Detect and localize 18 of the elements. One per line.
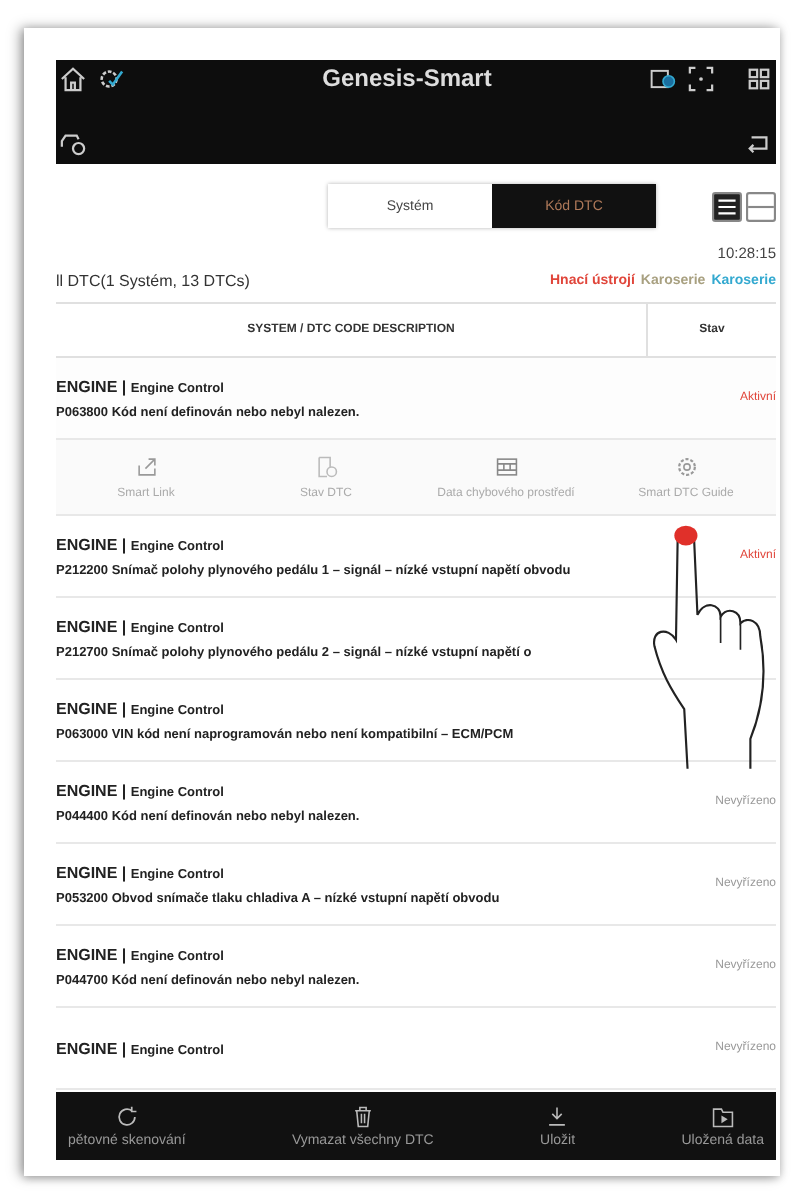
gear-icon — [675, 455, 697, 477]
dtc-summary: ll DTC(1 Systém, 13 DTCs) — [56, 271, 250, 289]
focus-icon[interactable] — [688, 65, 714, 91]
gear-check-icon[interactable] — [98, 65, 124, 91]
folder-play-icon — [711, 1105, 734, 1127]
film-icon — [495, 455, 517, 477]
home-icon[interactable] — [60, 65, 86, 91]
refresh-icon — [115, 1105, 138, 1127]
document-icon — [315, 455, 337, 477]
share-icon — [135, 455, 157, 477]
car-gear-icon[interactable] — [60, 130, 86, 156]
app-title: Genesis-Smart — [320, 64, 494, 92]
grid-icon[interactable] — [746, 65, 772, 91]
trash-icon — [351, 1105, 374, 1127]
card-icon[interactable] — [650, 65, 676, 91]
list-view-icon[interactable] — [712, 191, 742, 221]
return-icon[interactable] — [746, 130, 772, 156]
download-icon — [546, 1105, 569, 1127]
